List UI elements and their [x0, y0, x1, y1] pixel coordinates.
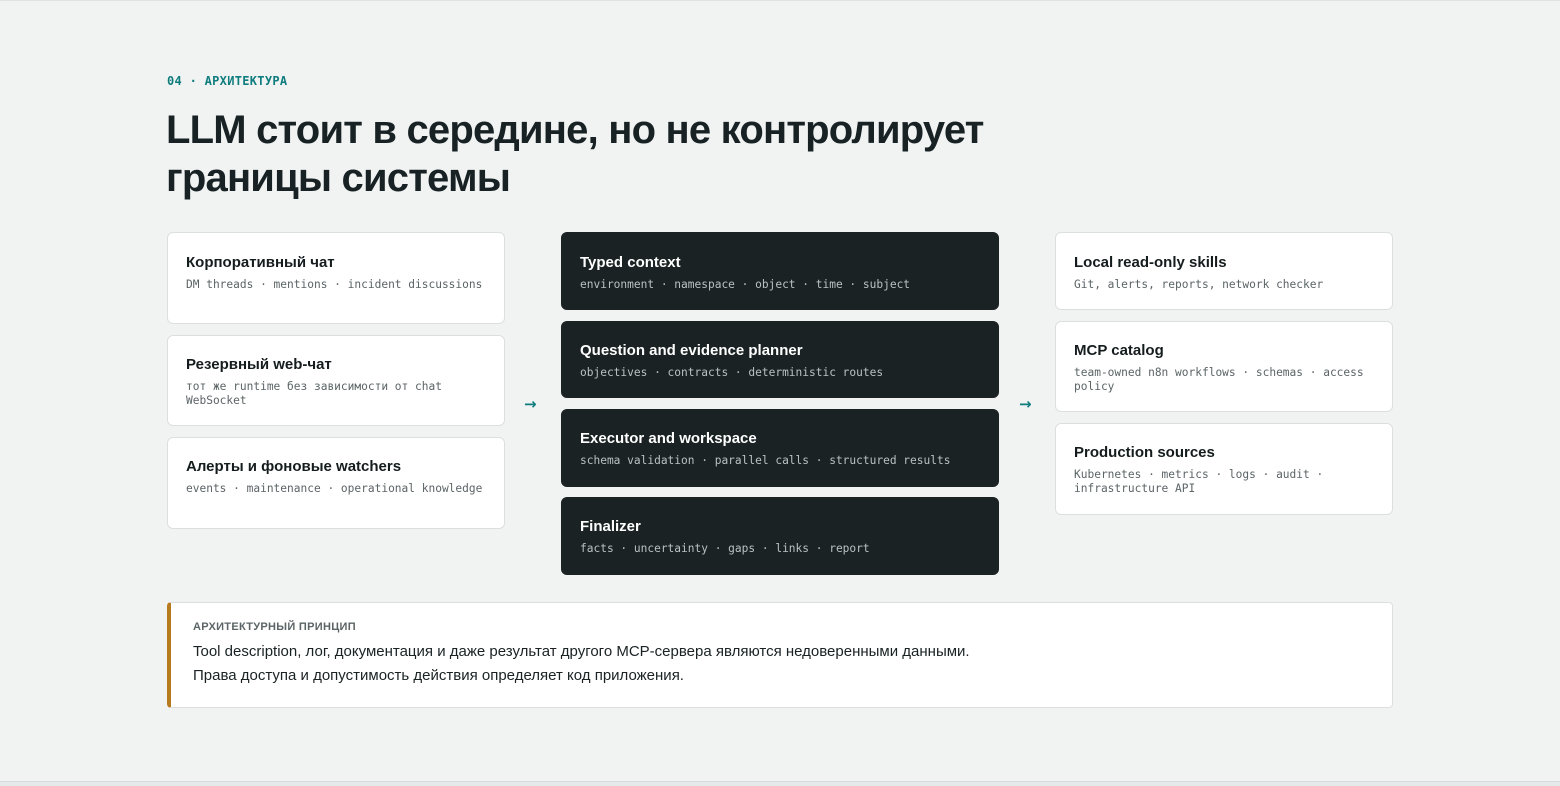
card-subtitle: DM threads · mentions · incident discuss… — [186, 278, 483, 291]
card-subtitle: facts · uncertainty · gaps · links · rep… — [580, 542, 870, 555]
card-title: Local read-only skills — [1074, 254, 1227, 271]
principle-label: АРХИТЕКТУРНЫЙ ПРИНЦИП — [193, 621, 356, 633]
card-backup-web-chat: Резервный web-чат тот же runtime без зав… — [167, 335, 505, 426]
card-title: Production sources — [1074, 444, 1215, 461]
card-subtitle: Git, alerts, reports, network checker — [1074, 278, 1324, 291]
card-title: Резервный web-чат — [186, 356, 332, 373]
card-typed-context: Typed context environment · namespace · … — [561, 232, 999, 310]
section-kicker: 04 · АРХИТЕКТУРА — [167, 74, 288, 88]
card-alerts-watchers: Алерты и фоновые watchers events · maint… — [167, 437, 505, 529]
top-border — [0, 0, 1560, 1]
card-executor-workspace: Executor and workspace schema validation… — [561, 409, 999, 487]
card-subtitle: Kubernetes · metrics · logs · audit · in… — [1074, 468, 1324, 495]
card-title: Question and evidence planner — [580, 342, 803, 359]
card-title: Typed context — [580, 254, 681, 271]
page-title-line-2: границы системы — [166, 156, 511, 200]
card-subtitle: environment · namespace · object · time … — [580, 278, 911, 291]
principle-line-2: Права доступа и допустимость действия оп… — [193, 667, 684, 684]
page-title-line-1: LLM стоит в середине, но не контролирует — [166, 108, 984, 152]
card-subtitle: schema validation · parallel calls · str… — [580, 454, 951, 467]
card-corporate-chat: Корпоративный чат DM threads · mentions … — [167, 232, 505, 324]
card-title: Корпоративный чат — [186, 254, 335, 271]
page-title: LLM стоит в середине, но не контролирует… — [166, 106, 1126, 202]
principle-callout: АРХИТЕКТУРНЫЙ ПРИНЦИП Tool description, … — [167, 602, 1393, 708]
card-mcp-catalog: MCP catalog team-owned n8n workflows · s… — [1055, 321, 1393, 412]
card-title: Executor and workspace — [580, 430, 757, 447]
card-evidence-planner: Question and evidence planner objectives… — [561, 321, 999, 398]
card-title: Алерты и фоновые watchers — [186, 458, 402, 475]
card-title: MCP catalog — [1074, 342, 1164, 359]
card-subtitle: objectives · contracts · deterministic r… — [580, 366, 884, 379]
card-subtitle: тот же runtime без зависимости от chat W… — [186, 380, 442, 407]
card-production-sources: Production sources Kubernetes · metrics … — [1055, 423, 1393, 515]
card-title: Finalizer — [580, 518, 641, 535]
arrow-right-icon: → — [524, 395, 537, 413]
card-subtitle: team-owned n8n workflows · schemas · acc… — [1074, 366, 1364, 393]
card-local-skills: Local read-only skills Git, alerts, repo… — [1055, 232, 1393, 310]
card-finalizer: Finalizer facts · uncertainty · gaps · l… — [561, 497, 999, 575]
arrow-right-icon: → — [1019, 395, 1032, 413]
bottom-border — [0, 781, 1560, 786]
card-subtitle: events · maintenance · operational knowl… — [186, 482, 483, 495]
principle-text: Tool description, лог, документация и да… — [193, 640, 1370, 688]
principle-line-1: Tool description, лог, документация и да… — [193, 643, 970, 660]
